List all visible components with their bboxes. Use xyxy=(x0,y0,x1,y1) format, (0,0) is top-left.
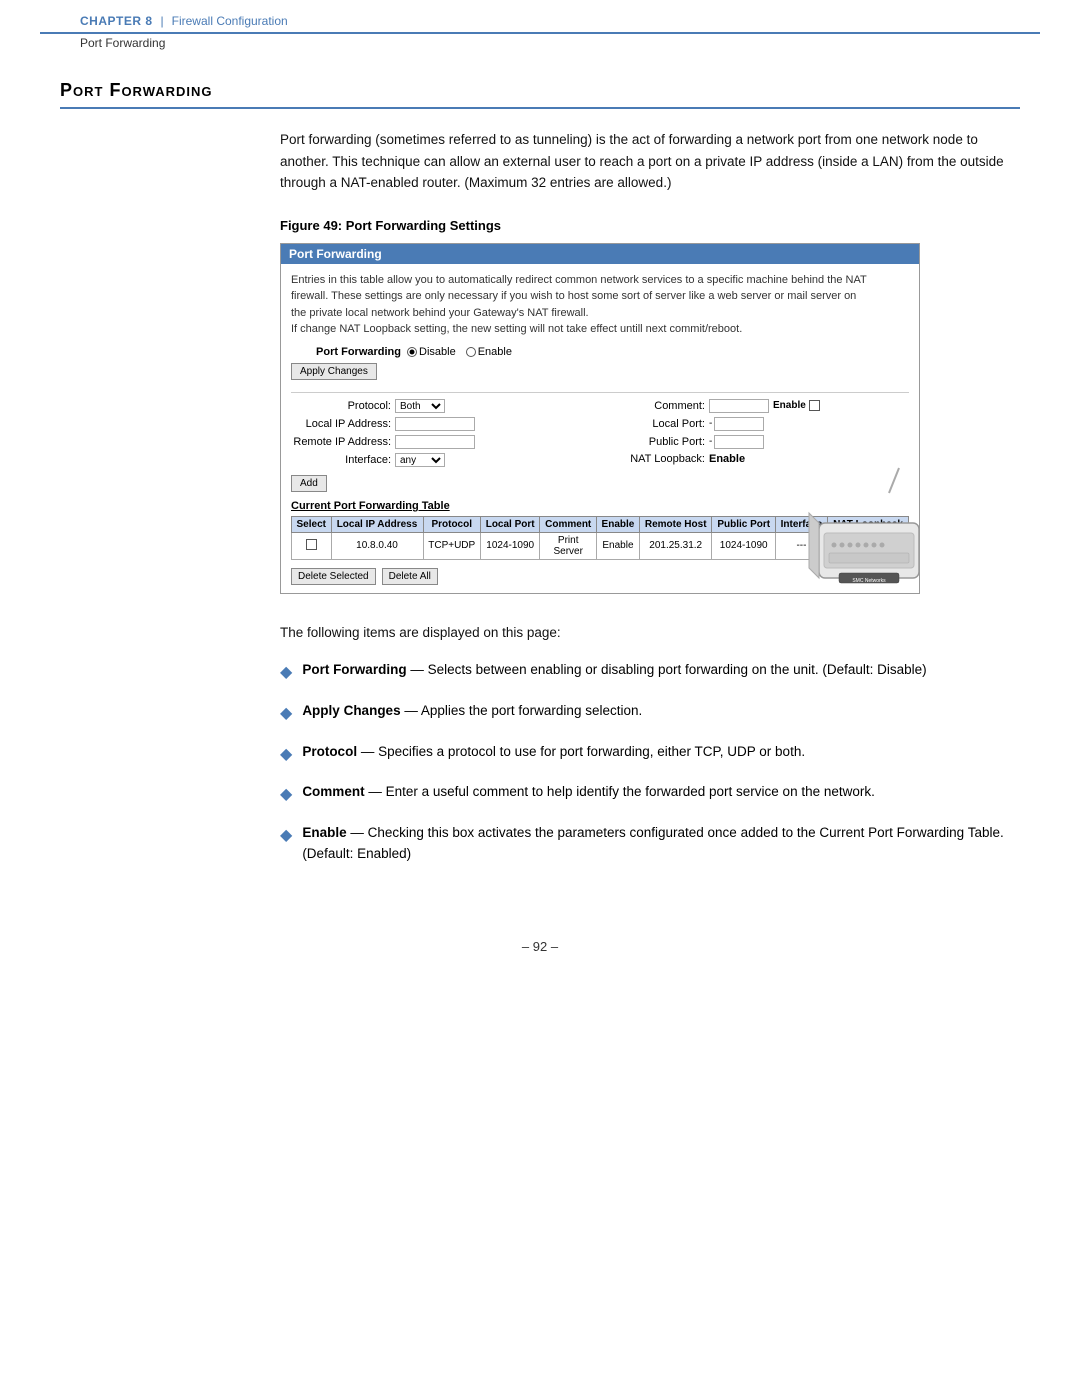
list-item: ◆ Port Forwarding — Selects between enab… xyxy=(280,659,1020,686)
divider1 xyxy=(291,392,909,393)
nat-loopback-label: NAT Loopback: xyxy=(605,453,705,465)
apply-changes-button[interactable]: Apply Changes xyxy=(291,363,377,380)
list-item: ◆ Protocol — Specifies a protocol to use… xyxy=(280,741,1020,768)
local-port-label: Local Port: xyxy=(605,418,705,430)
pf-radio-group: Disable Enable xyxy=(407,346,512,358)
term-port-forwarding: Port Forwarding xyxy=(302,662,406,677)
local-ip-label: Local IP Address: xyxy=(291,418,391,430)
remote-ip-row: Remote IP Address: xyxy=(291,435,595,449)
desc-port-forwarding: Selects between enabling or disabling po… xyxy=(428,662,927,677)
enable-label: Enable xyxy=(478,346,512,358)
enable-radio-dot[interactable] xyxy=(466,347,476,357)
body-text: The following items are displayed on thi… xyxy=(280,622,1020,644)
col-protocol: Protocol xyxy=(423,516,480,532)
svg-text:SMC Networks: SMC Networks xyxy=(852,578,886,584)
pf-radio-row: Port Forwarding Disable Enable xyxy=(291,346,909,358)
page-number: – 92 – xyxy=(522,939,558,954)
desc-comment: Enter a useful comment to help identify … xyxy=(386,784,875,799)
term-apply-changes: Apply Changes xyxy=(302,703,400,718)
sub-title: Port Forwarding xyxy=(40,36,1040,50)
col-local-port: Local Port xyxy=(480,516,539,532)
cell-comment: PrintServer xyxy=(540,532,597,559)
bullet-list: ◆ Port Forwarding — Selects between enab… xyxy=(280,659,1020,865)
protocol-label: Protocol: xyxy=(291,400,391,412)
term-comment: Comment xyxy=(302,784,364,799)
pf-radio-label: Port Forwarding xyxy=(291,346,401,358)
col-select: Select xyxy=(292,516,332,532)
pf-title-bar: Port Forwarding xyxy=(281,244,919,264)
col-local-ip: Local IP Address xyxy=(331,516,423,532)
enable-checkbox[interactable] xyxy=(809,400,820,411)
desc-protocol: Specifies a protocol to use for port for… xyxy=(378,744,805,759)
local-ip-input[interactable] xyxy=(395,417,475,431)
cell-local-port: 1024-1090 xyxy=(480,532,539,559)
interface-label: Interface: xyxy=(291,454,391,466)
bullet-icon: ◆ xyxy=(280,660,292,686)
bullet-icon: ◆ xyxy=(280,701,292,727)
cell-enable: Enable xyxy=(597,532,640,559)
cell-select[interactable] xyxy=(292,532,332,559)
intro-paragraph: Port forwarding (sometimes referred to a… xyxy=(280,129,1020,194)
remote-ip-input[interactable] xyxy=(395,435,475,449)
chapter-title: Firewall Configuration xyxy=(172,14,288,28)
local-port-row: Local Port: - xyxy=(605,417,909,431)
col-comment: Comment xyxy=(540,516,597,532)
figure-caption: Figure 49: Port Forwarding Settings xyxy=(280,218,1020,233)
add-button[interactable]: Add xyxy=(291,475,327,492)
pf-description: Entries in this table allow you to autom… xyxy=(291,272,909,338)
cell-local-ip: 10.8.0.40 xyxy=(331,532,423,559)
col-remote-host: Remote Host xyxy=(639,516,712,532)
disable-label: Disable xyxy=(419,346,456,358)
row-checkbox[interactable] xyxy=(306,539,317,550)
comment-input[interactable] xyxy=(709,399,769,413)
protocol-select[interactable]: Both TCP UDP xyxy=(395,399,445,413)
page-footer: – 92 – xyxy=(0,919,1080,974)
term-enable: Enable xyxy=(302,825,346,840)
term-protocol: Protocol xyxy=(302,744,357,759)
bullet-text: Protocol — Specifies a protocol to use f… xyxy=(302,741,1020,763)
pf-form-grid: Protocol: Both TCP UDP Comment: Enable xyxy=(291,399,909,467)
local-ip-row: Local IP Address: xyxy=(291,417,595,431)
disable-radio-dot[interactable] xyxy=(407,347,417,357)
main-content: Port Forwarding Port forwarding (sometim… xyxy=(0,50,1080,919)
remote-ip-label: Remote IP Address: xyxy=(291,436,391,448)
public-port-label: Public Port: xyxy=(605,436,705,448)
bullet-text: Port Forwarding — Selects between enabli… xyxy=(302,659,1020,681)
bullet-icon: ◆ xyxy=(280,742,292,768)
delete-all-button[interactable]: Delete All xyxy=(382,568,438,585)
public-port-row: Public Port: - xyxy=(605,435,909,449)
page-title: Port Forwarding xyxy=(60,80,1020,101)
interface-select[interactable]: any xyxy=(395,453,445,467)
interface-row: Interface: any xyxy=(291,453,595,467)
nat-loopback-value: Enable xyxy=(709,453,745,465)
cell-protocol: TCP+UDP xyxy=(423,532,480,559)
delete-selected-button[interactable]: Delete Selected xyxy=(291,568,376,585)
comment-label: Comment: xyxy=(605,400,705,412)
section-heading: Port Forwarding xyxy=(60,80,1020,109)
bullet-icon: ◆ xyxy=(280,823,292,849)
desc-enable: Checking this box activates the paramete… xyxy=(302,825,1003,862)
enable-checkbox-label: Enable xyxy=(773,400,806,411)
col-enable: Enable xyxy=(597,516,640,532)
bullet-text: Enable — Checking this box activates the… xyxy=(302,822,1020,865)
list-item: ◆ Enable — Checking this box activates t… xyxy=(280,822,1020,865)
bullet-icon: ◆ xyxy=(280,782,292,808)
list-item: ◆ Apply Changes — Applies the port forwa… xyxy=(280,700,1020,727)
cell-remote-host: 201.25.31.2 xyxy=(639,532,712,559)
page-header: Chapter 8 | Firewall Configuration xyxy=(40,6,1040,34)
bullet-text: Apply Changes — Applies the port forward… xyxy=(302,700,1020,722)
pf-disable-radio[interactable]: Disable xyxy=(407,346,456,358)
desc-apply-changes: Applies the port forwarding selection. xyxy=(421,703,642,718)
pf-enable-radio[interactable]: Enable xyxy=(466,346,512,358)
router-image: SMC Networks xyxy=(759,463,929,593)
chapter-label: Chapter 8 xyxy=(80,14,153,28)
comment-row: Comment: Enable xyxy=(605,399,909,413)
protocol-row: Protocol: Both TCP UDP xyxy=(291,399,595,413)
public-port-input[interactable] xyxy=(714,435,764,449)
screenshot-box: Port Forwarding Entries in this table al… xyxy=(280,243,920,594)
list-item: ◆ Comment — Enter a useful comment to he… xyxy=(280,781,1020,808)
chapter-separator: | xyxy=(161,14,164,28)
bullet-text: Comment — Enter a useful comment to help… xyxy=(302,781,1020,803)
local-port-input[interactable] xyxy=(714,417,764,431)
